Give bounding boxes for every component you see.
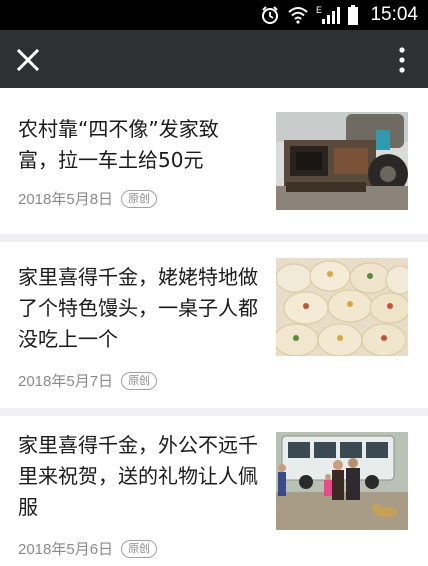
article-meta: 2018年5月6日 原创 <box>18 538 158 559</box>
original-badge: 原创 <box>121 539 158 558</box>
article-date: 2018年5月7日 <box>18 373 114 390</box>
original-badge: 原创 <box>121 189 158 208</box>
article-title[interactable]: 农村靠“四不像”发家致富，拉一车土给50元 <box>18 114 258 176</box>
rusty-vehicle-image <box>276 112 408 210</box>
list-divider <box>0 234 428 242</box>
article-meta: 2018年5月7日 原创 <box>18 370 158 391</box>
more-options-button[interactable] <box>396 44 408 76</box>
article-item[interactable]: 家里喜得千金，外公不远千里来祝贺，送的礼物让人佩服 2018年5月6日 原创 <box>0 416 428 566</box>
article-item[interactable]: 家里喜得千金，姥姥特地做了个特色馒头，一桌子人都没吃上一个 2018年5月7日 … <box>0 242 428 408</box>
close-icon <box>16 48 40 72</box>
article-thumbnail[interactable] <box>276 112 408 210</box>
article-title[interactable]: 家里喜得千金，外公不远千里来祝贺，送的礼物让人佩服 <box>18 430 258 523</box>
article-item[interactable]: 农村靠“四不像”发家致富，拉一车土给50元 2018年5月8日 原创 <box>0 88 428 234</box>
list-divider <box>0 408 428 416</box>
battery-icon <box>348 5 359 25</box>
decorated-buns-image <box>276 258 408 356</box>
article-date: 2018年5月8日 <box>18 191 114 208</box>
article-meta: 2018年5月8日 原创 <box>18 188 158 209</box>
status-time: 15:04 <box>370 4 418 25</box>
article-thumbnail[interactable] <box>276 432 408 530</box>
bus-and-people-image <box>276 432 408 530</box>
article-thumbnail[interactable] <box>276 258 408 356</box>
alarm-clock-icon <box>260 5 280 25</box>
article-date: 2018年5月6日 <box>18 541 114 558</box>
close-button[interactable] <box>12 44 44 76</box>
signal-icon: E <box>316 5 341 25</box>
navigation-bar <box>0 30 428 88</box>
original-badge: 原创 <box>121 371 158 390</box>
network-type-label: E <box>316 5 322 15</box>
wifi-icon <box>288 6 309 24</box>
status-bar: E 15:04 <box>0 0 428 30</box>
more-vertical-icon <box>399 47 405 73</box>
article-title[interactable]: 家里喜得千金，姥姥特地做了个特色馒头，一桌子人都没吃上一个 <box>18 262 258 355</box>
